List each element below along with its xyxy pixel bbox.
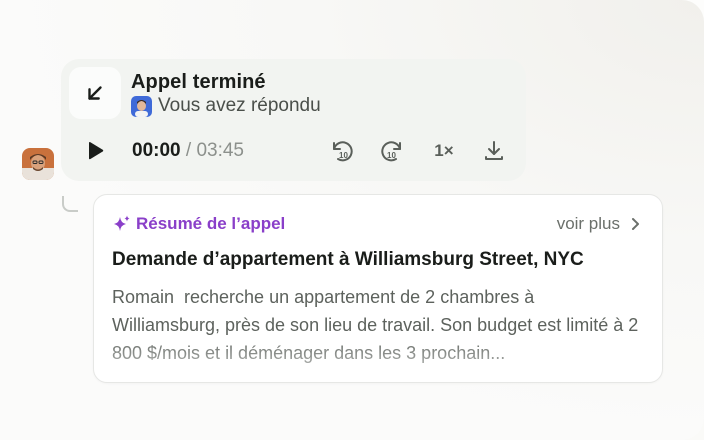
summary-card: Résumé de l’appel voir plus Demande d’ap… — [93, 194, 663, 383]
sparkle-icon — [114, 215, 130, 231]
call-card: Appel terminé Vous avez répondu 00:00 / … — [61, 59, 526, 181]
call-direction-badge — [69, 67, 121, 119]
playback-time: 00:00 / 03:45 — [132, 140, 244, 162]
download-icon — [485, 141, 503, 160]
caller-avatar — [22, 148, 54, 180]
see-more-label: voir plus — [556, 214, 620, 233]
play-icon — [89, 141, 104, 160]
arrow-down-left-icon — [88, 86, 102, 100]
time-separator: / — [180, 140, 197, 161]
summary-header: Résumé de l’appel — [112, 214, 285, 234]
play-button[interactable] — [83, 139, 107, 163]
forward-10-icon: 10 — [381, 141, 401, 162]
svg-text:10: 10 — [339, 151, 348, 160]
call-title: Appel terminé — [131, 71, 266, 93]
user-avatar — [131, 95, 152, 117]
total-time: 03:45 — [196, 140, 244, 161]
summary-label: Résumé de l’appel — [136, 214, 286, 233]
thread-connector — [62, 196, 78, 212]
speed-button[interactable]: 1× — [429, 138, 459, 164]
background: Appel terminé Vous avez répondu 00:00 / … — [0, 0, 704, 440]
see-more-link[interactable]: voir plus — [557, 214, 640, 234]
text-fade-overlay — [94, 336, 662, 382]
svg-text:10: 10 — [387, 151, 396, 160]
summary-title: Demande d’appartement à Williamsburg Str… — [112, 249, 584, 270]
call-status: Vous avez répondu — [131, 95, 321, 117]
rewind-button[interactable]: 10 — [329, 138, 355, 164]
current-time: 00:00 — [132, 140, 181, 161]
call-status-label: Vous avez répondu — [158, 95, 321, 116]
download-button[interactable] — [481, 138, 507, 164]
rewind-10-icon: 10 — [333, 141, 353, 162]
forward-button[interactable]: 10 — [379, 138, 405, 164]
chevron-right-icon — [632, 218, 639, 230]
